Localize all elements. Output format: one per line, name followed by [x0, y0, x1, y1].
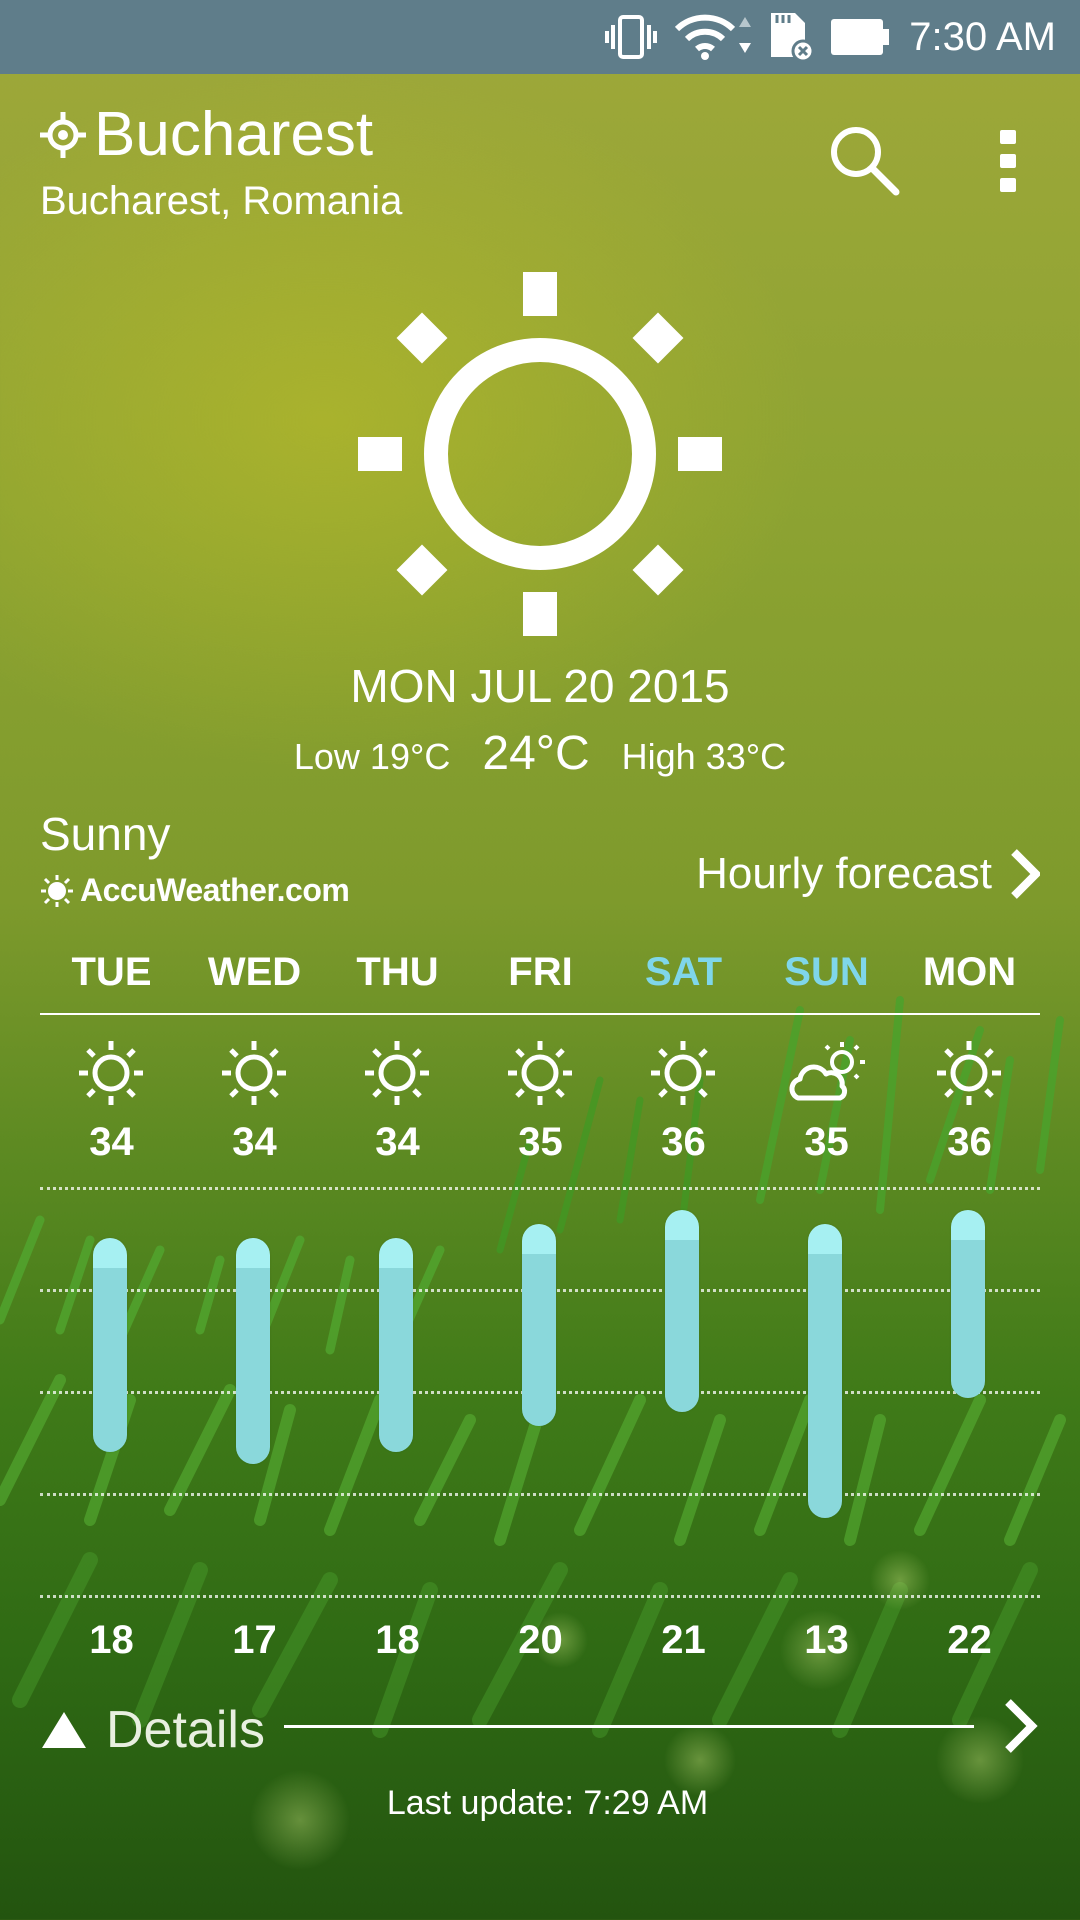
temperature-range-bar: [808, 1224, 842, 1518]
chevron-right-icon[interactable]: [1002, 1698, 1038, 1754]
forecast-high: 34: [89, 1120, 134, 1164]
sun-icon: [79, 1041, 143, 1105]
grid-line: [40, 1187, 1040, 1190]
grid-line: [40, 1493, 1040, 1496]
sd-card-error-icon: [767, 11, 815, 63]
temperature-range-bar: [379, 1238, 413, 1452]
forecast-high: 36: [661, 1120, 706, 1164]
triangle-up-icon: [42, 1712, 86, 1748]
sun-icon: [651, 1041, 715, 1105]
hourly-forecast-label: Hourly forecast: [696, 849, 992, 898]
details-label: Details: [106, 1701, 265, 1759]
current-date: MON JUL 20 2015: [350, 660, 730, 712]
sun-icon: [365, 1041, 429, 1105]
status-time: 7:30 AM: [909, 14, 1056, 59]
provider-name: AccuWeather.com: [80, 872, 350, 908]
accuweather-logo[interactable]: AccuWeather.com: [40, 872, 350, 909]
forecast-days: TUE WED THU FRI SAT SUN MON: [40, 950, 1040, 1006]
days-divider: [40, 1013, 1040, 1015]
forecast-high: 35: [804, 1120, 849, 1164]
more-vert-icon: [1000, 130, 1016, 192]
forecast-low: 21: [661, 1618, 706, 1662]
wifi-icon: [673, 13, 753, 61]
sun-icon: [222, 1041, 286, 1105]
temperature-range-bar: [236, 1238, 270, 1464]
chevron-right-icon: [1011, 849, 1040, 899]
details-divider: [284, 1725, 974, 1728]
temperature-range-bar: [951, 1210, 985, 1398]
status-bar: 7:30 AM: [0, 0, 1080, 74]
search-icon: [831, 127, 900, 196]
high-temperature: High 33°C: [621, 736, 787, 777]
temperature-range-bar: [522, 1224, 556, 1426]
grid-line: [40, 1595, 1040, 1598]
sun-icon: [508, 1041, 572, 1105]
current-temperatures: Low 19°C 24°C High 33°C: [0, 726, 1080, 781]
forecast-low: 18: [89, 1618, 134, 1662]
city-name[interactable]: Bucharest: [94, 100, 373, 170]
forecast-day[interactable]: MON: [898, 950, 1041, 995]
forecast-day[interactable]: WED: [183, 950, 326, 995]
forecast-day[interactable]: TUE: [40, 950, 183, 995]
condition-text: Sunny: [40, 808, 171, 860]
forecast-high: 34: [375, 1120, 420, 1164]
partly-cloudy-icon: [789, 1042, 865, 1101]
last-update-text: Last update: 7:29 AM: [386, 1784, 709, 1822]
search-button[interactable]: [826, 122, 902, 198]
vibrate-icon: [603, 15, 659, 59]
temperature-range-bar: [665, 1210, 699, 1412]
details-toggle[interactable]: Details: [40, 1700, 265, 1760]
forecast-low: 18: [375, 1618, 420, 1662]
sun-icon: [937, 1041, 1001, 1105]
forecast-high: 36: [947, 1120, 992, 1164]
temperature-range-bar: [93, 1238, 127, 1452]
low-temperature: Low 19°C: [293, 736, 451, 777]
forecast-low: 20: [518, 1618, 563, 1662]
forecast-day[interactable]: FRI: [469, 950, 612, 995]
accuweather-sun-icon: [41, 874, 73, 907]
current-temperature: 24°C: [482, 727, 590, 780]
forecast-low: 22: [947, 1618, 992, 1662]
region-name: Bucharest, Romania: [40, 179, 403, 223]
more-options-button[interactable]: [990, 126, 1026, 196]
forecast-high: 35: [518, 1120, 563, 1164]
location-icon[interactable]: [40, 112, 86, 163]
forecast-day[interactable]: SAT: [612, 950, 755, 995]
hourly-forecast-link[interactable]: Hourly forecast: [696, 848, 1040, 900]
sun-icon: [358, 272, 722, 636]
battery-icon: [829, 17, 891, 57]
forecast-day[interactable]: SUN: [755, 950, 898, 995]
forecast-high: 34: [232, 1120, 277, 1164]
forecast-low: 17: [232, 1618, 277, 1662]
forecast-day[interactable]: THU: [326, 950, 469, 995]
forecast-low: 13: [804, 1618, 849, 1662]
